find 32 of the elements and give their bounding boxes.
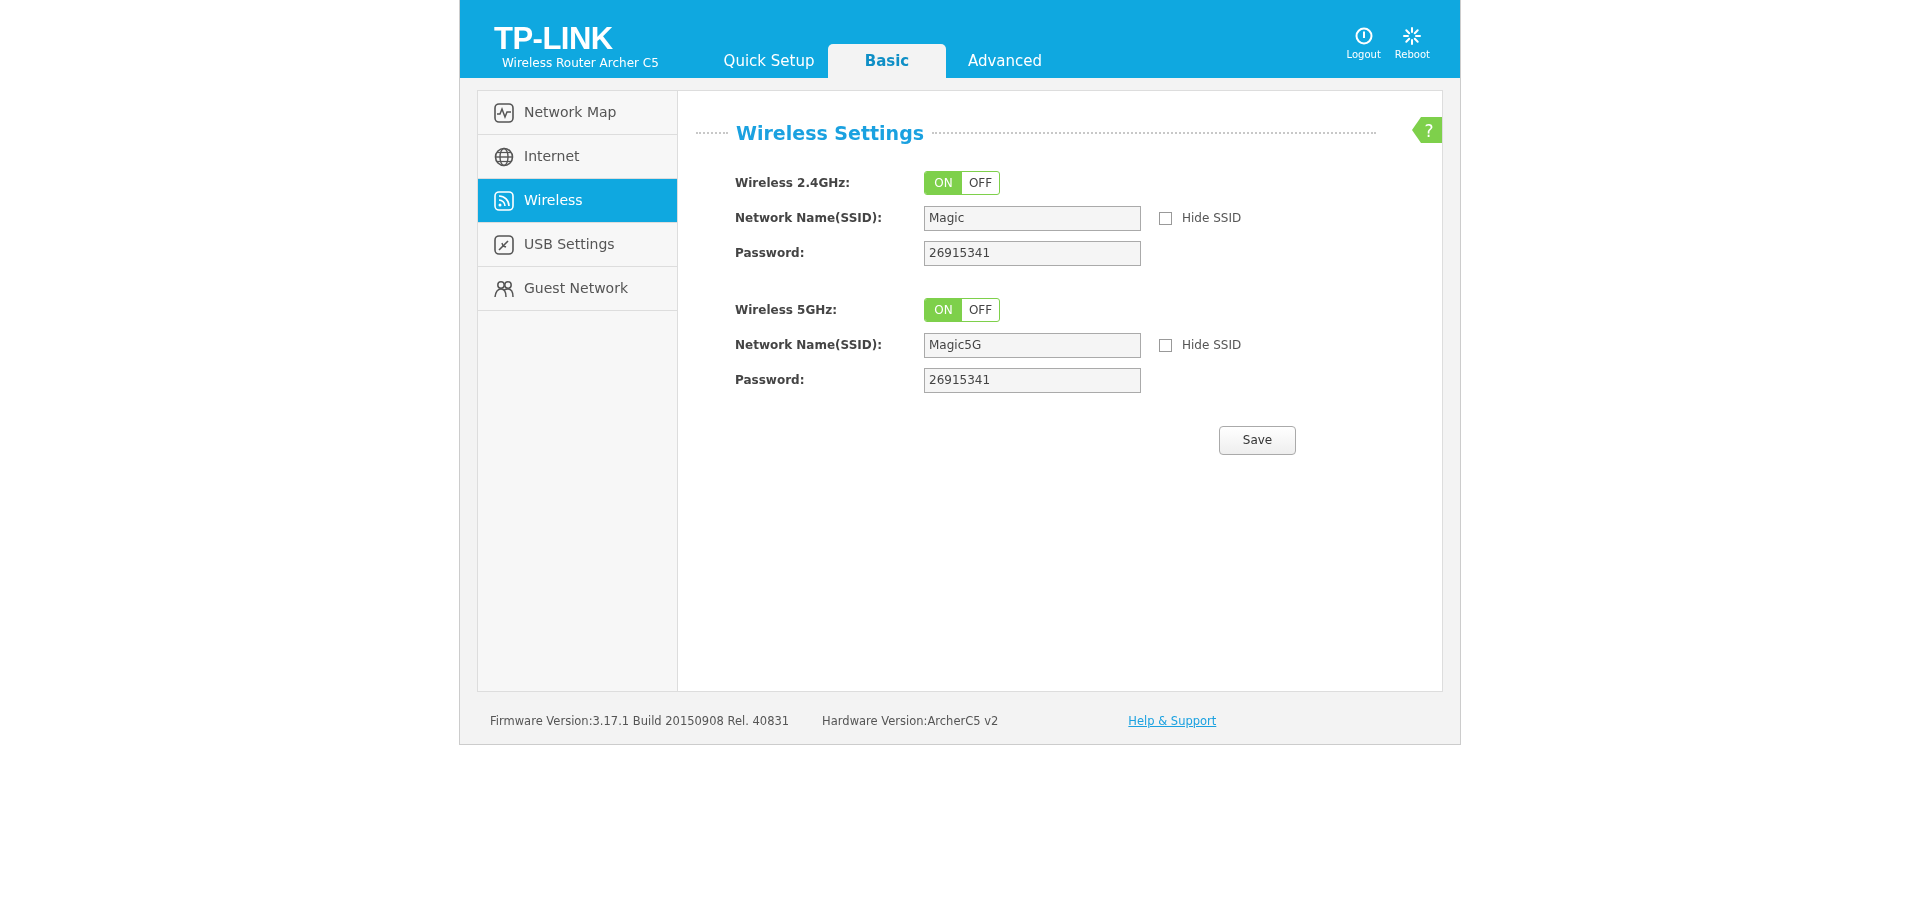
password-field[interactable]: 26915341 — [924, 240, 1141, 266]
on-off-switch[interactable]: ON OFF — [924, 171, 1000, 195]
brand-logo: TP-LINK — [494, 22, 614, 54]
ssid-field[interactable]: Magic — [924, 205, 1141, 231]
sidebar-item[interactable]: USB Settings — [478, 223, 677, 267]
sidebar-item[interactable]: Network Map — [478, 91, 677, 135]
checkbox-label: Hide SSID — [1182, 210, 1242, 227]
checkbox[interactable] — [1159, 338, 1172, 352]
sidebar-item[interactable]: Guest Network — [478, 267, 677, 311]
ssid-field[interactable]: Magic5G — [924, 332, 1141, 358]
usb-icon — [494, 234, 514, 255]
on-off-switch[interactable]: ON OFF — [924, 298, 1000, 322]
people-icon — [494, 278, 514, 299]
firmware-version: Firmware Version:3.17.1 Build 20150908 Rel. 40831 — [490, 713, 790, 730]
field-label: Password: — [735, 372, 806, 389]
pulse-icon — [494, 102, 514, 123]
hardware-version: Hardware Version:ArcherC5 v2 — [822, 713, 999, 730]
checkbox-label: Hide SSID — [1182, 337, 1242, 354]
field-label: Network Name(SSID): — [735, 337, 884, 354]
field-label: Network Name(SSID): — [735, 210, 884, 227]
save-button[interactable]: Save — [1219, 425, 1296, 455]
model-name: Wireless Router Archer C5 — [501, 54, 660, 72]
field-label: Wireless 5GHz: — [735, 302, 839, 319]
power-icon — [1354, 26, 1373, 45]
checkbox[interactable] — [1159, 211, 1172, 225]
globe-icon — [494, 146, 514, 167]
password-field[interactable]: 26915341 — [924, 367, 1141, 393]
field-label: Password: — [735, 245, 806, 262]
wifi-icon — [494, 190, 514, 211]
section-title: Wireless Settings — [736, 121, 925, 146]
spinner-icon — [1403, 26, 1422, 45]
field-label: Wireless 2.4GHz: — [735, 175, 852, 192]
